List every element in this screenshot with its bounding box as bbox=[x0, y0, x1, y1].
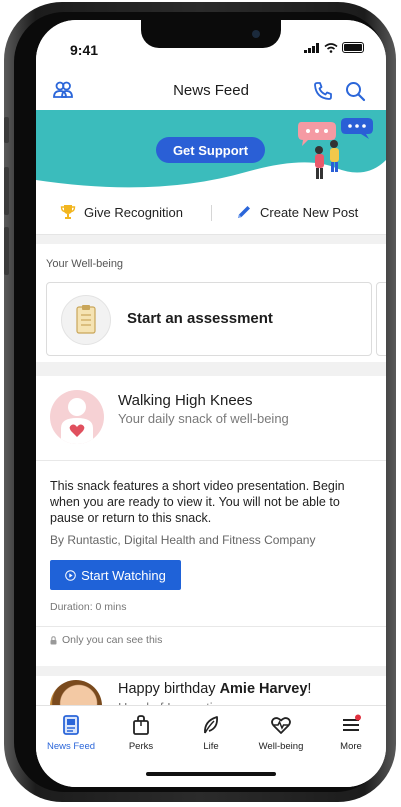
wellbeing-section-label: Your Well-being bbox=[46, 258, 124, 270]
home-indicator[interactable] bbox=[146, 772, 276, 776]
privacy-label: Only you can see this bbox=[62, 634, 163, 646]
actions-divider bbox=[211, 205, 212, 221]
birthday-prefix: Happy birthday bbox=[118, 681, 220, 697]
leaf-icon bbox=[204, 716, 218, 734]
camera-dot bbox=[252, 30, 260, 38]
snack-title[interactable]: Walking High Knees bbox=[118, 392, 253, 409]
create-post-button[interactable]: Create New Post bbox=[236, 204, 358, 220]
quick-actions-bar: Give Recognition Create New Post bbox=[36, 192, 386, 235]
play-circle-icon bbox=[65, 569, 76, 581]
clipboard-icon bbox=[61, 295, 111, 345]
assessment-card[interactable]: Start an assessment bbox=[46, 282, 372, 356]
menu-icon bbox=[343, 714, 361, 731]
tab-label: Perks bbox=[128, 741, 154, 752]
snack-subtitle: Your daily snack of well-being bbox=[118, 411, 289, 426]
snack-description: This snack features a short video presen… bbox=[50, 478, 372, 526]
divider bbox=[36, 460, 386, 461]
tab-label: Life bbox=[203, 741, 219, 752]
tab-well-being[interactable]: Well-being bbox=[246, 714, 316, 752]
mute-switch bbox=[4, 117, 9, 143]
volume-up-button bbox=[4, 167, 9, 215]
lock-icon bbox=[50, 635, 57, 644]
assessment-title: Start an assessment bbox=[127, 310, 273, 327]
trophy-icon bbox=[60, 205, 76, 219]
tab-life[interactable]: Life bbox=[176, 714, 246, 752]
wifi-icon bbox=[324, 42, 338, 53]
divider bbox=[36, 626, 386, 627]
signal-icon bbox=[304, 42, 319, 53]
phone-icon[interactable] bbox=[312, 80, 334, 107]
snack-description-text: This snack features a short video presen… bbox=[50, 479, 345, 525]
notch bbox=[141, 20, 281, 48]
battery-icon bbox=[342, 42, 364, 53]
tab-label: More bbox=[340, 741, 362, 752]
app-screen: 9:41 News Feed Get Support Give Recognit… bbox=[36, 20, 386, 787]
create-post-label: Create New Post bbox=[260, 204, 359, 220]
birthday-title: Happy birthday Amie Harvey! bbox=[118, 681, 311, 697]
tab-more[interactable]: More bbox=[316, 714, 386, 752]
tab-perks[interactable]: Perks bbox=[106, 714, 176, 752]
status-icons bbox=[304, 42, 364, 53]
news-feed-icon bbox=[63, 715, 79, 735]
birthday-suffix: ! bbox=[307, 681, 312, 697]
volume-down-button bbox=[4, 227, 9, 275]
privacy-note: Only you can see this bbox=[50, 634, 162, 646]
body-heart-icon bbox=[50, 390, 104, 444]
give-recognition-button[interactable]: Give Recognition bbox=[60, 204, 183, 220]
get-support-button[interactable]: Get Support bbox=[156, 137, 265, 163]
give-recognition-label: Give Recognition bbox=[84, 204, 183, 220]
top-nav-bar: News Feed bbox=[36, 72, 386, 110]
pencil-icon bbox=[238, 206, 250, 218]
wellbeing-section: Your Well-being Start an assessment bbox=[36, 244, 386, 362]
snack-byline: By Runtastic, Digital Health and Fitness… bbox=[50, 533, 316, 547]
tab-label: Well-being bbox=[258, 741, 304, 752]
heartbeat-icon bbox=[271, 717, 291, 734]
tab-news-feed[interactable]: News Feed bbox=[36, 714, 106, 752]
search-icon[interactable] bbox=[344, 80, 366, 107]
start-watching-label: Start Watching bbox=[81, 567, 166, 583]
bag-icon bbox=[133, 715, 149, 735]
next-card-peek[interactable] bbox=[376, 282, 386, 356]
snack-duration: Duration: 0 mins bbox=[50, 601, 127, 613]
start-watching-button[interactable]: Start Watching bbox=[50, 560, 181, 590]
snack-post: Walking High Knees Your daily snack of w… bbox=[36, 376, 386, 666]
status-time: 9:41 bbox=[70, 42, 99, 58]
birthday-name[interactable]: Amie Harvey bbox=[220, 681, 308, 697]
tab-label: News Feed bbox=[46, 741, 96, 752]
